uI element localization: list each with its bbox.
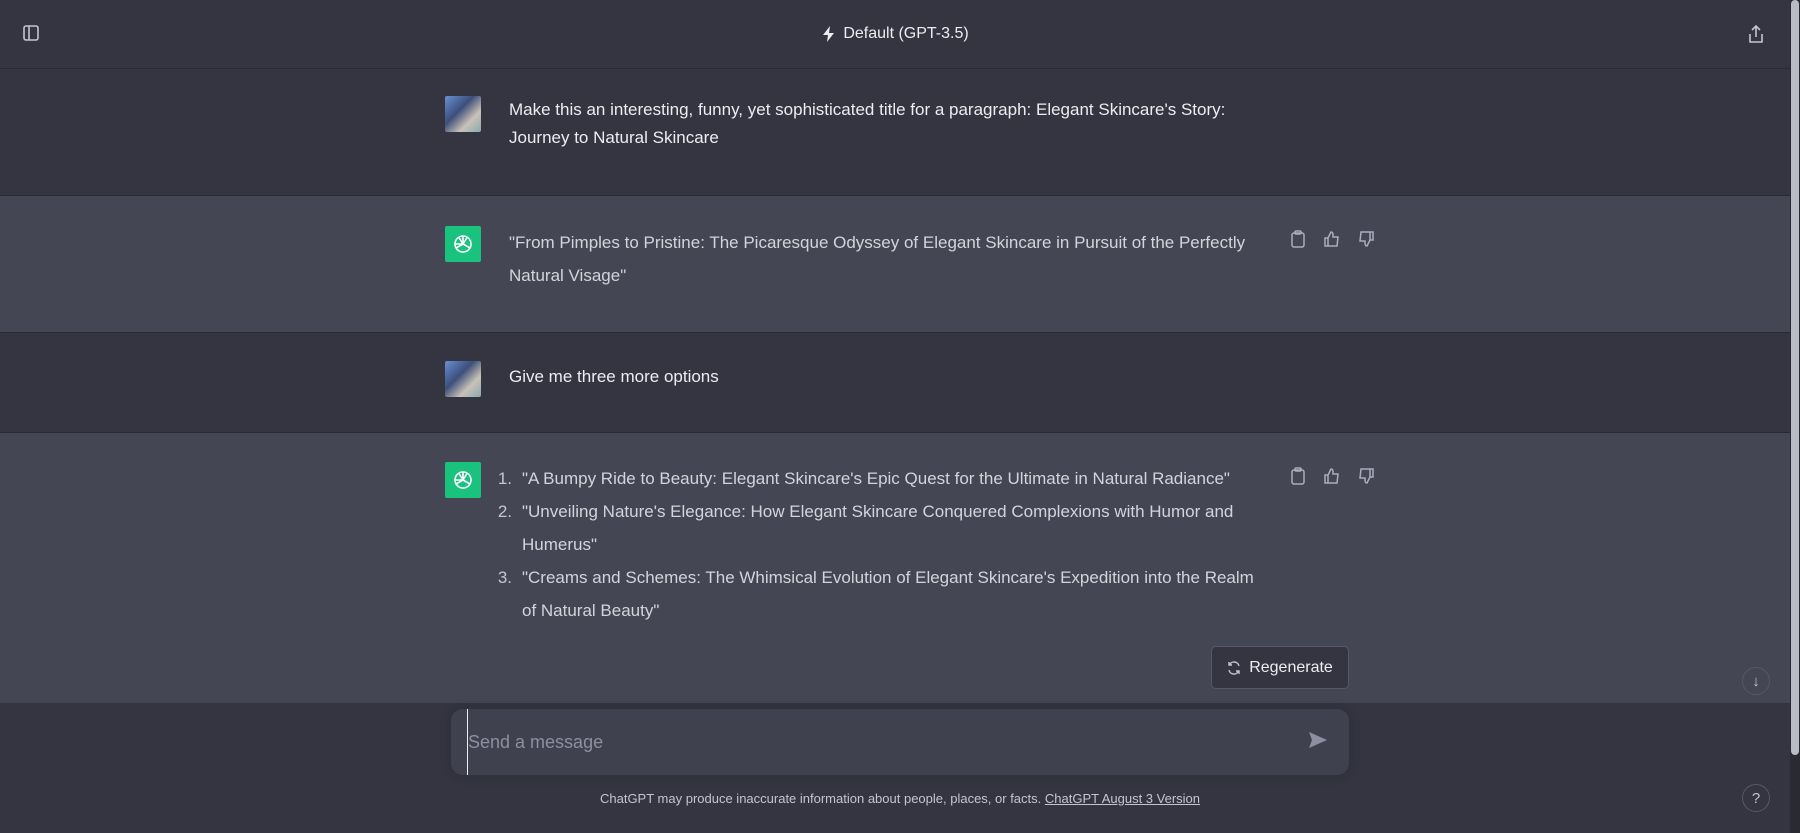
send-icon — [1309, 732, 1327, 748]
options-list: 1. "A Bumpy Ride to Beauty: Elegant Skinc… — [497, 462, 1266, 627]
assistant-message: "From Pimples to Pristine: The Picaresqu… — [0, 196, 1790, 333]
arrow-down-icon: ↓ — [1752, 672, 1760, 690]
thumbs-down-icon[interactable] — [1355, 465, 1377, 487]
user-message: Make this an interesting, funny, yet sop… — [0, 69, 1790, 196]
top-bar: Default (GPT-3.5) — [0, 0, 1790, 69]
message-text: "From Pimples to Pristine: The Picaresqu… — [509, 233, 1246, 285]
sidebar-toggle-button[interactable] — [22, 24, 40, 42]
share-icon — [1749, 24, 1763, 43]
user-avatar — [445, 361, 481, 397]
list-item: 2. "Unveiling Nature's Elegance: How Eleg… — [497, 502, 1234, 554]
thumbs-up-icon[interactable] — [1321, 228, 1343, 250]
message-input[interactable] — [467, 709, 1267, 775]
bottom-fade — [0, 640, 1790, 703]
scrollbar-thumb[interactable] — [1791, 0, 1799, 755]
message-text: Make this an interesting, funny, yet sop… — [509, 100, 1226, 147]
user-message: Give me three more options — [0, 333, 1790, 433]
openai-logo-icon — [454, 471, 472, 489]
chatgpt-avatar — [445, 226, 481, 262]
disclaimer: ChatGPT may produce inaccurate informati… — [599, 791, 1201, 806]
scrollbar[interactable] — [1790, 0, 1800, 833]
message-text: 1. "A Bumpy Ride to Beauty: Elegant Skinc… — [497, 462, 1266, 627]
thumbs-up-icon[interactable] — [1321, 465, 1343, 487]
send-button[interactable] — [1307, 729, 1329, 756]
lightning-icon — [823, 26, 835, 42]
regenerate-button[interactable]: Regenerate — [1211, 646, 1349, 689]
share-button[interactable] — [1747, 24, 1765, 44]
message-composer — [451, 709, 1349, 775]
refresh-icon — [1228, 660, 1240, 675]
list-item: 3. "Creams and Schemes: The Whimsical Evo… — [497, 568, 1254, 620]
sidebar-icon — [23, 25, 39, 41]
chatgpt-avatar — [445, 462, 481, 498]
list-item: 1. "A Bumpy Ride to Beauty: Elegant Skinc… — [497, 469, 1230, 488]
version-link[interactable]: ChatGPT August 3 Version — [1045, 791, 1200, 806]
message-actions — [1287, 228, 1377, 250]
scroll-to-bottom-button[interactable]: ↓ — [1742, 667, 1770, 695]
user-avatar — [445, 96, 481, 132]
openai-logo-icon — [454, 235, 472, 253]
message-actions — [1287, 465, 1377, 487]
message-text: Give me three more options — [509, 367, 719, 386]
help-button[interactable]: ? — [1742, 784, 1770, 812]
thumbs-down-icon[interactable] — [1355, 228, 1377, 250]
copy-icon[interactable] — [1287, 228, 1309, 250]
model-title: Default (GPT-3.5) — [843, 25, 969, 42]
model-selector[interactable]: Default (GPT-3.5) — [821, 25, 969, 43]
copy-icon[interactable] — [1287, 465, 1309, 487]
